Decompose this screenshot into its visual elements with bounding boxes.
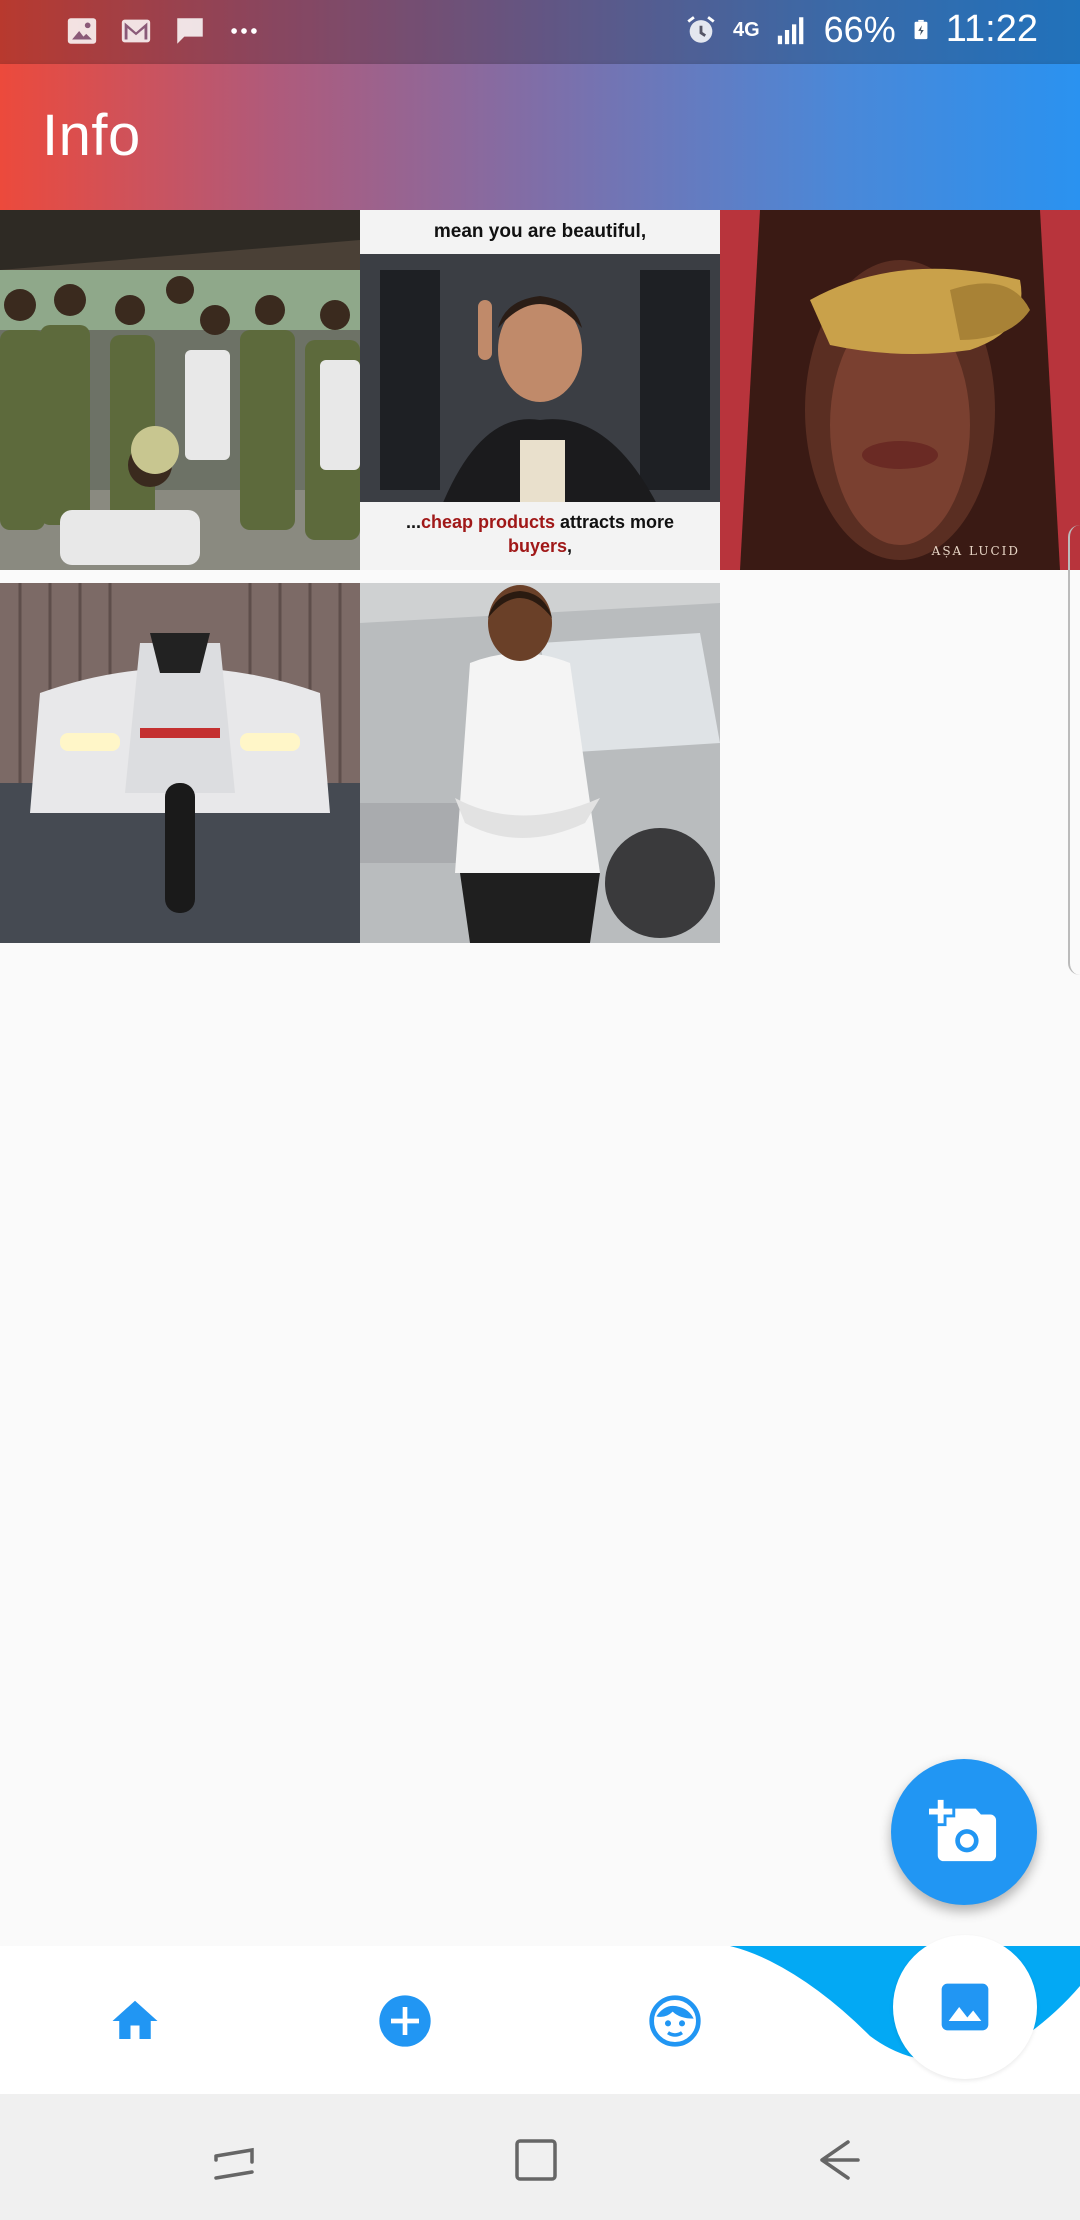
meme-caption-highlight-2: buyers (507, 536, 567, 556)
status-bar: 4G 66% 11:22 (0, 0, 1080, 64)
woman-car-tile[interactable] (360, 583, 720, 943)
meme-bottom-caption: ...cheap products attracts more buyers, (360, 502, 720, 570)
meme-top-caption: mean you are beautiful, (360, 210, 720, 254)
signal-icon (777, 16, 803, 44)
system-navigation-bar (0, 2094, 1080, 2220)
portrait-watermark: AṢA LUCID (931, 544, 1020, 558)
battery-percent: 66% (823, 8, 896, 50)
recents-icon[interactable] (204, 2130, 264, 2190)
nav-home[interactable] (90, 1976, 180, 2066)
clock: 11:22 (945, 8, 1038, 50)
face-icon (649, 1995, 701, 2047)
motorcycle-tile[interactable] (0, 583, 360, 943)
image-icon (941, 1983, 989, 2031)
home-icon (112, 2000, 158, 2039)
back-icon[interactable] (808, 2130, 868, 2190)
portrait-tile[interactable]: AṢA LUCID (720, 210, 1080, 570)
image-icon (67, 18, 97, 44)
battery-icon (914, 19, 928, 39)
meme-caption-suffix: , (567, 536, 573, 556)
nav-gallery[interactable] (893, 1935, 1037, 2079)
meme-caption-prefix: ... (405, 512, 421, 532)
add-camera-icon (929, 1799, 997, 1862)
meme-tile[interactable]: mean you are beautiful, ...cheap product… (360, 210, 720, 570)
edge-panel-handle[interactable] (1068, 525, 1080, 975)
meme-caption-middle: attracts more (554, 512, 675, 532)
app-bar: Info (0, 64, 1080, 210)
group-photo-tile[interactable] (0, 210, 360, 570)
message-icon (177, 18, 203, 44)
network-4g-label: 4G (732, 18, 760, 41)
add-photo-fab[interactable] (891, 1759, 1037, 1905)
nav-profile[interactable] (630, 1976, 720, 2066)
add-circle-icon (379, 1995, 431, 2047)
nav-add[interactable] (360, 1976, 450, 2066)
home-square-icon[interactable] (506, 2130, 566, 2190)
meme-caption-highlight-1: cheap products (420, 512, 555, 532)
alarm-icon (687, 15, 715, 43)
more-dots-icon (231, 28, 257, 34)
gmail-icon (121, 19, 151, 43)
page-title: Info (42, 103, 141, 168)
